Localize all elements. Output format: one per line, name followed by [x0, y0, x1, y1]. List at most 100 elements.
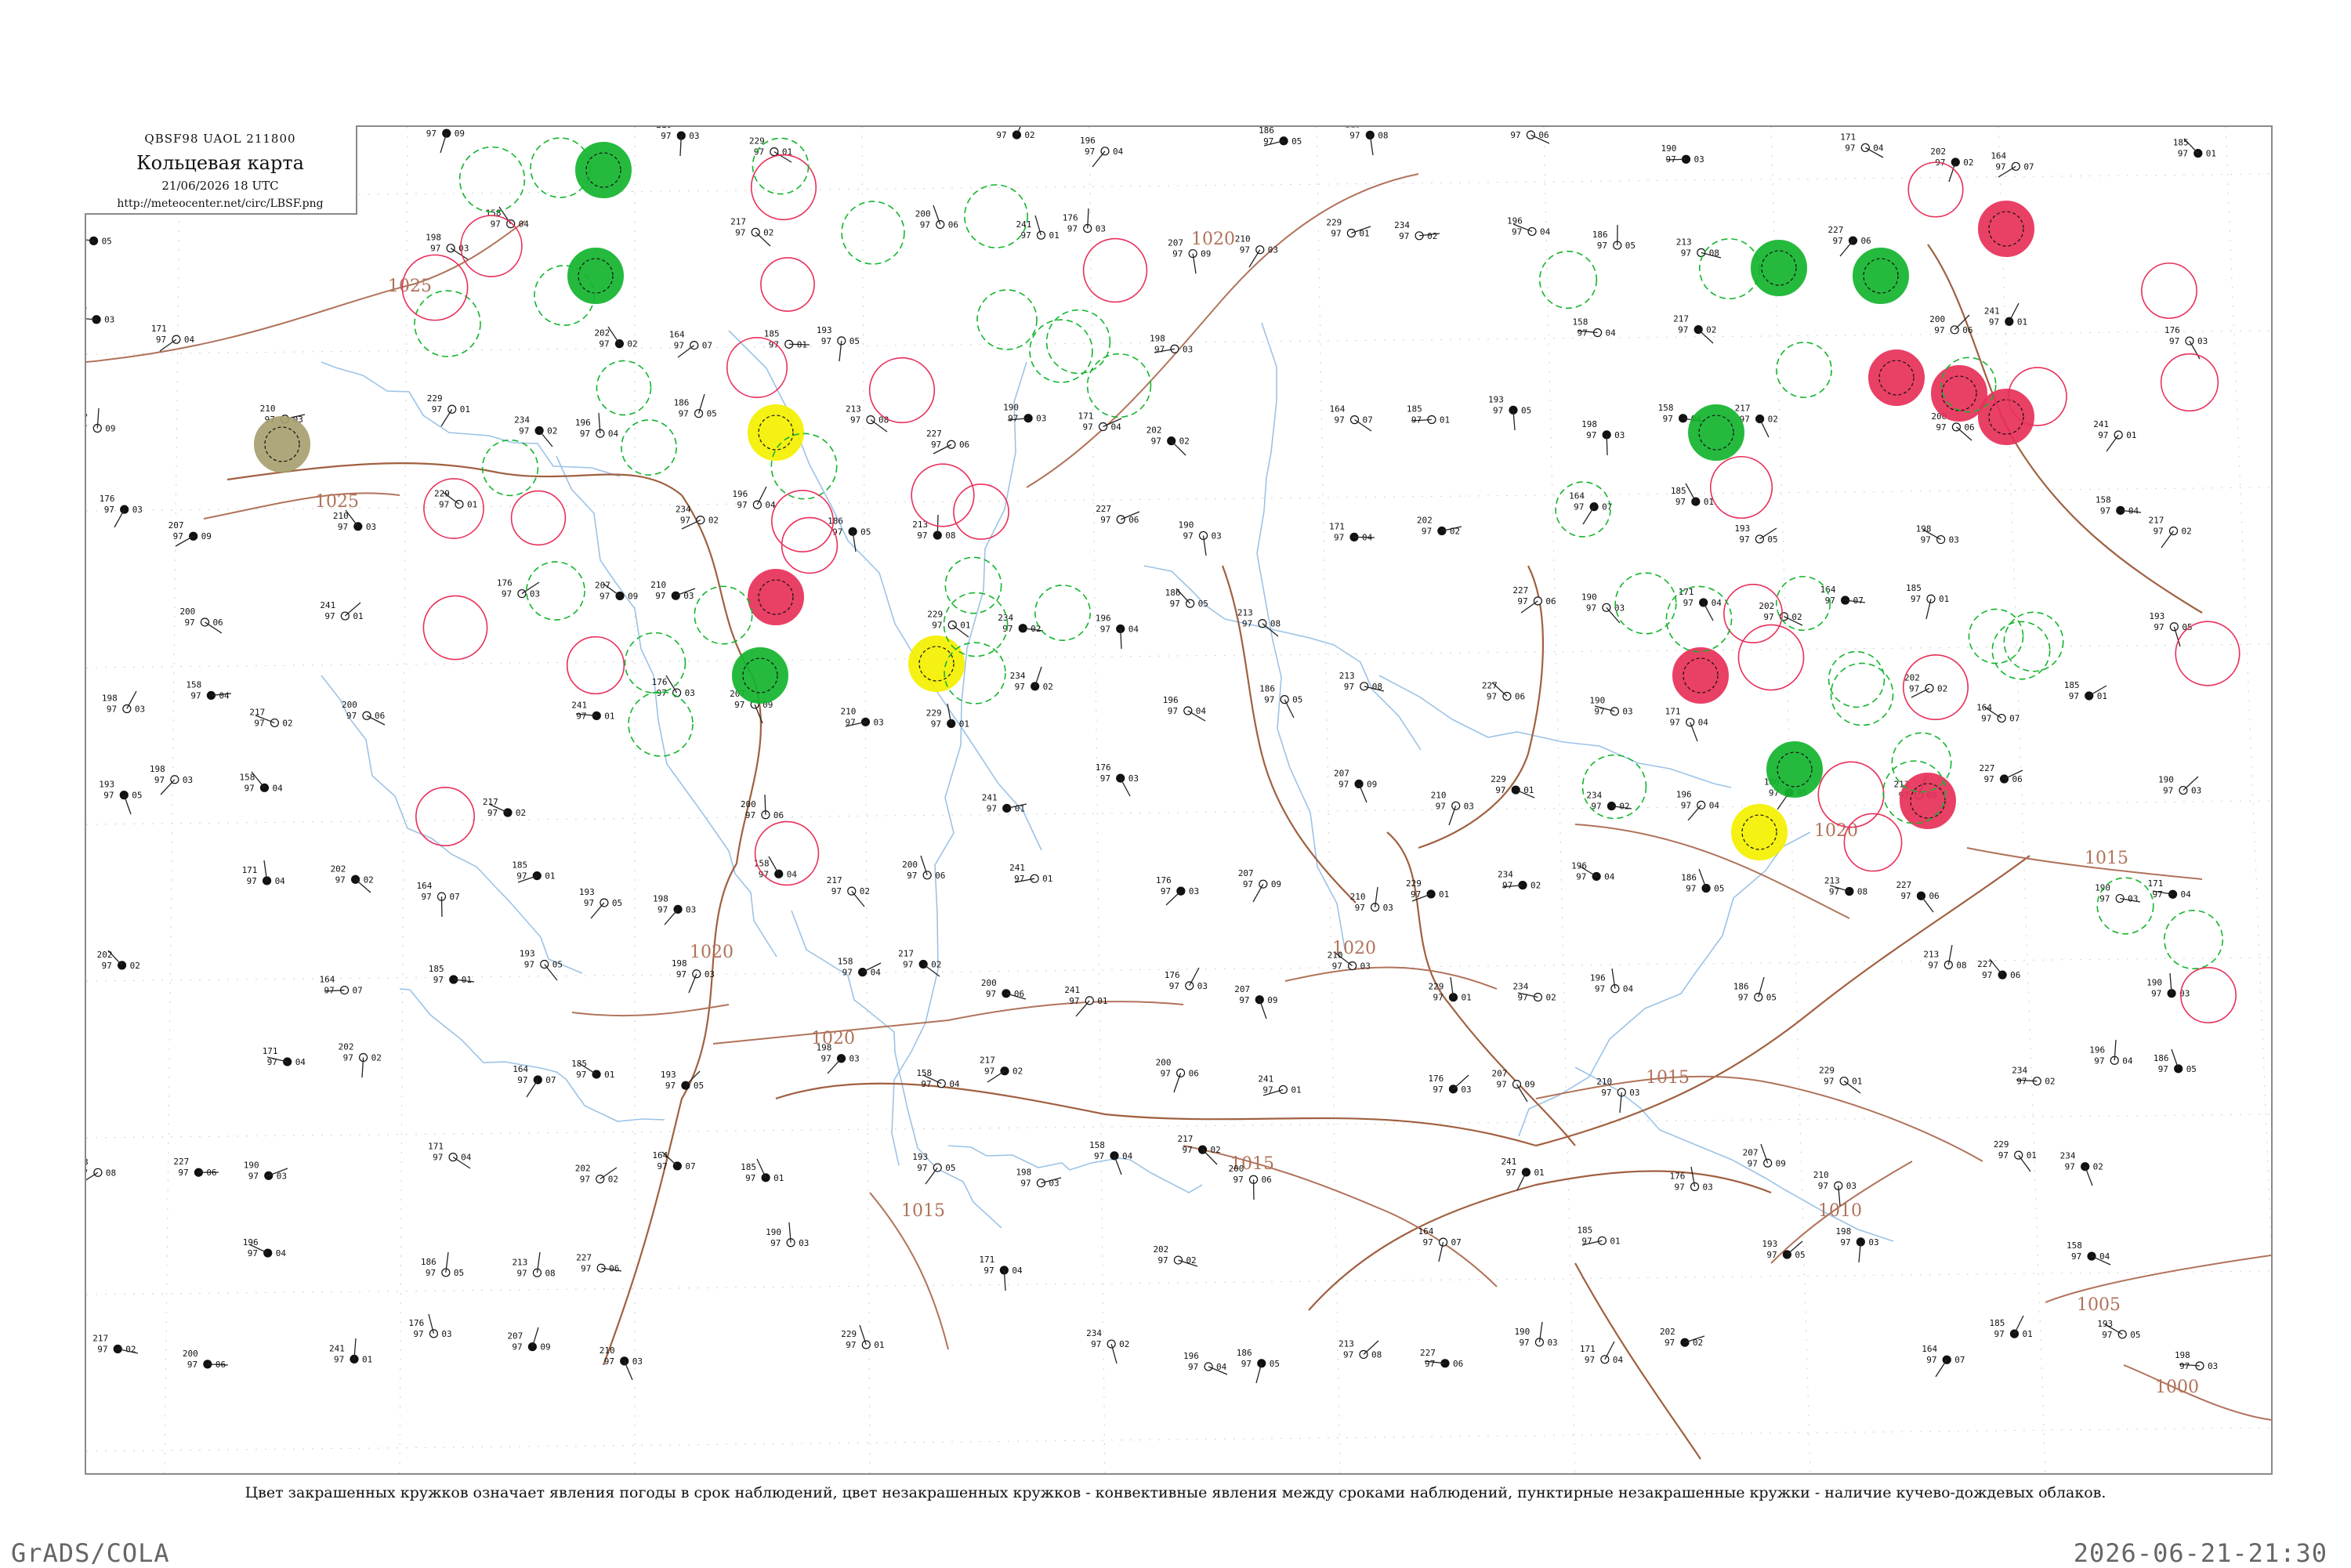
- green-weather-marker: [1767, 742, 1822, 797]
- source-url-link[interactable]: http://meteocenter.net/circ/LBSF.png: [85, 197, 356, 210]
- cb-cloud-ring: [1047, 310, 1110, 374]
- station-plot: 2279706: [1482, 680, 1525, 701]
- station-tendency: 97: [413, 1329, 423, 1339]
- station-change: 05: [2130, 1330, 2140, 1340]
- station-change: 04: [1698, 718, 1709, 728]
- station-tendency: 97: [1423, 1237, 1433, 1248]
- station-tendency: 97: [430, 244, 440, 254]
- station-pressure: 217: [92, 1334, 108, 1344]
- station-plot: 1719704: [428, 1142, 472, 1168]
- station-plot: 2029702: [339, 1042, 382, 1077]
- longitude-line: [165, 127, 180, 1473]
- red-weather-marker: [748, 570, 803, 625]
- station-pressure: 185: [1906, 583, 1922, 593]
- station-pressure: 241: [571, 700, 587, 710]
- station-tendency: 97: [512, 1342, 522, 1353]
- station-plot: 2139708: [86, 1157, 116, 1183]
- station-change: 03: [1212, 531, 1222, 541]
- station-pressure: 185: [741, 1162, 756, 1172]
- station-plot: 2419701: [329, 1338, 372, 1364]
- station-pressure: 200: [902, 860, 918, 870]
- station-tendency: 97: [1020, 230, 1031, 241]
- station-plot: 2279706: [1505, 127, 1549, 143]
- olive-weather-marker: [255, 417, 310, 472]
- longitude-line: [1317, 127, 1340, 1473]
- station-plot: 1869705: [1259, 127, 1302, 147]
- station-pressure: 158: [186, 679, 201, 690]
- station-pressure: 176: [1063, 212, 1078, 223]
- station-tendency: 97: [2151, 989, 2161, 999]
- station-pressure: 207: [86, 412, 88, 422]
- wind-barb: [114, 509, 125, 527]
- station-change: 07: [685, 1161, 695, 1171]
- station-pressure: 186: [1733, 982, 1749, 992]
- station-plot: 1589704: [1573, 317, 1617, 339]
- station-pressure: 198: [1581, 419, 1597, 429]
- station-plot: 1859701: [741, 1159, 784, 1183]
- station-pressure: 229: [926, 708, 942, 718]
- convective-ring: [2142, 263, 2197, 318]
- station-tendency: 97: [1576, 871, 1586, 882]
- station-tendency: 97: [1681, 248, 1691, 258]
- station-pressure: 176: [2164, 325, 2180, 335]
- station-circle: [1031, 875, 1038, 882]
- station-change: 09: [201, 531, 212, 541]
- station-plot: 2139708: [1237, 608, 1281, 636]
- station-plot: 1969704: [575, 413, 619, 439]
- station-pressure: 196: [732, 489, 748, 499]
- station-tendency: 97: [576, 711, 586, 721]
- station-tendency: 97: [1091, 1339, 1101, 1349]
- station-pressure: 210: [600, 1345, 615, 1356]
- station-plot: 1989703: [2175, 1350, 2218, 1371]
- station-pressure: 210: [260, 404, 276, 414]
- cb-cloud-ring: [460, 147, 525, 212]
- station-tendency: 97: [580, 429, 590, 439]
- station-plot: 1909703: [1003, 403, 1046, 424]
- cb-cloud-ring: [415, 291, 480, 357]
- isobar-label: 1025: [388, 277, 432, 296]
- station-tendency: 97: [1493, 405, 1503, 415]
- station-plot: 2079709: [1491, 1069, 1534, 1102]
- station-change: 03: [2208, 1361, 2218, 1371]
- station-plot: 1939705: [520, 949, 563, 980]
- station-tendency: 97: [680, 516, 690, 526]
- station-plot: 2029702: [594, 327, 637, 349]
- station-plot: 1989703: [1016, 1168, 1061, 1189]
- station-tendency: 97: [173, 531, 183, 541]
- wind-barb: [757, 1159, 766, 1178]
- station-pressure: 158: [916, 1068, 932, 1078]
- station-plot: 2029702: [1660, 1327, 1704, 1348]
- station-plot: 2299701: [434, 488, 477, 509]
- station-change: 03: [689, 131, 699, 141]
- station-tendency: 97: [1739, 534, 1749, 545]
- station-tendency: 97: [1161, 886, 1171, 896]
- station-tendency: 97: [1343, 1349, 1353, 1360]
- station-tendency: 97: [576, 1070, 586, 1080]
- legend-caption: Цвет закрашенных кружков означает явлени…: [0, 1484, 2351, 1501]
- station-plot: 2139708: [846, 404, 889, 432]
- synoptic-map[interactable]: 1025102510201020102010201020101510151015…: [85, 125, 2273, 1475]
- station-tendency: 97: [1433, 1085, 1443, 1095]
- yellow-weather-marker: [909, 636, 964, 691]
- station-pressure: 229: [434, 488, 450, 498]
- station-pressure: 202: [575, 1164, 591, 1174]
- station-pressure: 207: [1238, 868, 1254, 878]
- station-pressure: 234: [676, 505, 691, 515]
- green-weather-marker: [568, 248, 623, 303]
- station-plot: 2419701: [1016, 215, 1059, 241]
- station-pressure: 217: [1673, 314, 1689, 324]
- station-change: 07: [353, 986, 363, 996]
- station-plot: 1719704: [979, 1255, 1023, 1291]
- station-plot: 2029702: [1153, 1244, 1197, 1266]
- station-plot: 2179702: [483, 797, 526, 818]
- station-tendency: 97: [1581, 1236, 1592, 1246]
- convective-ring: [1738, 625, 1803, 690]
- station-pressure: 164: [1330, 404, 1346, 415]
- station-change: 01: [1439, 889, 1449, 900]
- station-pressure: 176: [652, 677, 668, 687]
- station-plot: 2079709: [168, 520, 212, 546]
- station-tendency: 97: [1100, 515, 1110, 525]
- station-pressure: 198: [1150, 333, 1165, 343]
- station-tendency: 97: [1355, 903, 1365, 913]
- station-pressure: 229: [1819, 1066, 1835, 1076]
